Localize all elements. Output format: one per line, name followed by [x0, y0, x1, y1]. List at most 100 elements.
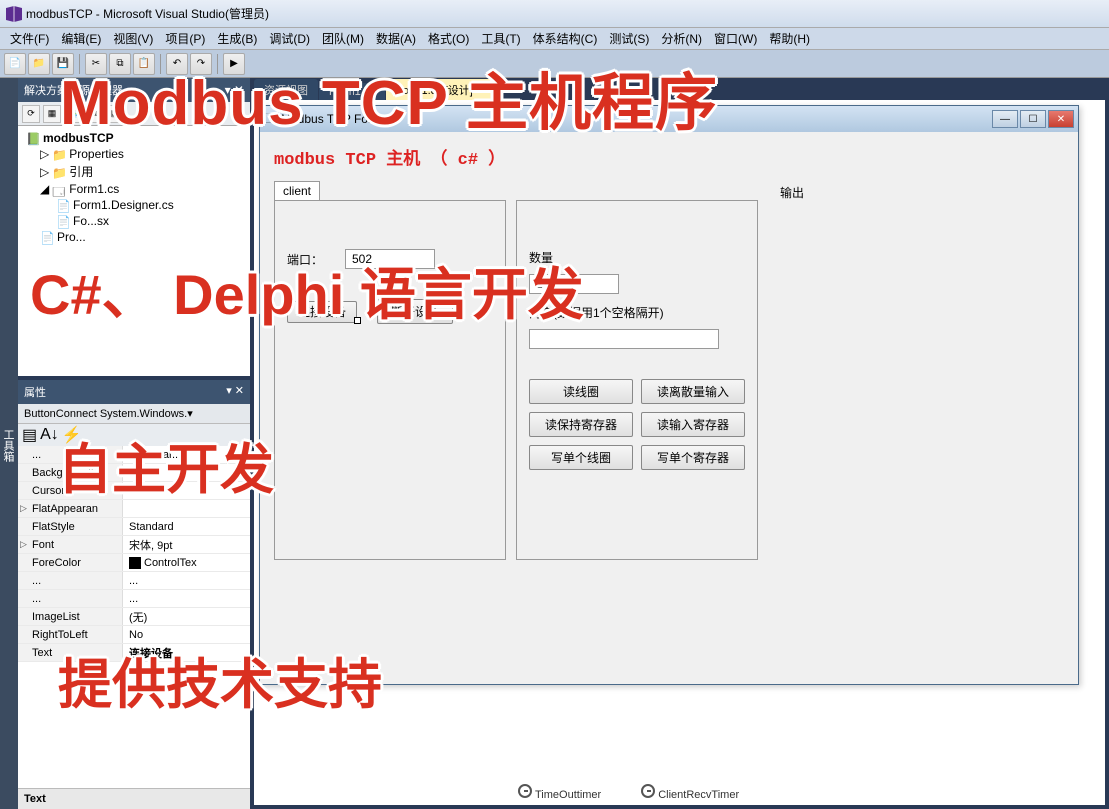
connection-panel: 端口： 连接设备 断开设备 — [274, 200, 506, 560]
prop-row[interactable]: FlatStyleStandard — [18, 518, 250, 536]
view-designer-icon[interactable]: ▤ — [106, 105, 124, 123]
resx-file-node[interactable]: 📄Fo...sx — [22, 213, 246, 229]
categorized-icon[interactable]: ▤ — [22, 425, 37, 445]
read-discrete-button[interactable]: 读离散量输入 — [641, 379, 745, 404]
editor-area: 资源视图 Form1.cs Form1.cs [设计]✕ 🗔 Modbus TC… — [250, 78, 1109, 809]
read-coil-button[interactable]: 读线圈 — [529, 379, 633, 404]
content-input[interactable] — [529, 329, 719, 349]
copy-button[interactable]: ⧉ — [109, 53, 131, 75]
program-node[interactable]: 📄Pro... — [22, 229, 246, 245]
refresh-icon[interactable]: ⟳ — [22, 105, 40, 123]
port-input[interactable] — [345, 249, 435, 269]
window-title: modbusTCP - Microsoft Visual Studio(管理员) — [26, 5, 269, 22]
designer-surface[interactable]: 🗔 Modbus TCP Form — ☐ ✕ modbus TCP 主机 （ … — [254, 100, 1105, 805]
prop-row[interactable]: ▷FlatAppearan — [18, 500, 250, 518]
alpha-icon[interactable]: A↓ — [40, 426, 59, 444]
project-node[interactable]: 📗 modbusTCP — [22, 130, 246, 146]
undo-button[interactable]: ↶ — [166, 53, 188, 75]
output-label: 输出 — [780, 184, 804, 201]
port-label: 端口： — [287, 251, 337, 268]
file-icon: 📄 — [56, 215, 70, 227]
component-tray: TimeOuttimer ClientRecvTimer — [518, 784, 739, 801]
menu-project[interactable]: 项目(P) — [159, 28, 211, 49]
qty-label: 数量 — [529, 249, 579, 266]
window-titlebar: modbusTCP - Microsoft Visual Studio(管理员) — [0, 0, 1109, 28]
form-icon: 🗔 — [264, 109, 277, 130]
run-button[interactable]: ▶ — [223, 53, 245, 75]
connect-button[interactable]: 连接设备 — [287, 301, 357, 323]
close-icon[interactable]: ▾ ✕ — [226, 384, 244, 400]
properties-grid: ...Transpar... BackgroundIiTile CursorDe… — [18, 446, 250, 788]
solution-toolbar: ⟳ ▦ 📑 ⧉ ▤ — [18, 102, 250, 126]
write-coil-button[interactable]: 写单个线圈 — [529, 445, 633, 470]
read-input-button[interactable]: 读输入寄存器 — [641, 412, 745, 437]
recv-timer[interactable]: ClientRecvTimer — [641, 784, 739, 801]
menu-build[interactable]: 生成(B) — [211, 28, 263, 49]
menu-view[interactable]: 视图(V) — [107, 28, 159, 49]
menu-edit[interactable]: 编辑(E) — [55, 28, 107, 49]
show-all-icon[interactable]: ▦ — [43, 105, 61, 123]
menu-format[interactable]: 格式(O) — [422, 28, 475, 49]
events-icon[interactable]: ⚡ — [62, 425, 82, 445]
menu-tools[interactable]: 工具(T) — [475, 28, 526, 49]
close-button[interactable]: ✕ — [1048, 110, 1074, 128]
prop-row[interactable]: ▷Font宋体, 9pt — [18, 536, 250, 554]
csharp-icon: 📄 — [56, 199, 70, 211]
cut-button[interactable]: ✂ — [85, 53, 107, 75]
properties-node[interactable]: ▷📁Properties — [22, 146, 246, 162]
toolbox-tab[interactable]: 工具箱 — [0, 78, 18, 809]
maximize-button[interactable]: ☐ — [1020, 110, 1046, 128]
prop-row[interactable]: RightToLeftNo — [18, 626, 250, 644]
disconnect-button[interactable]: 断开设备 — [377, 299, 453, 324]
operation-panel: 数量 内容(数据用1个空格隔开) 读线圈 读离散量输入 读保持寄存器 读输入寄存… — [516, 200, 758, 560]
tab-form1-cs[interactable]: Form1.cs — [319, 83, 385, 100]
new-button[interactable]: 📄 — [4, 53, 26, 75]
folder-icon: 📁 — [52, 148, 66, 160]
menu-test[interactable]: 测试(S) — [603, 28, 655, 49]
prop-row[interactable]: CursorDefault — [18, 482, 250, 500]
form-node[interactable]: ◢🗔Form1.cs — [22, 181, 246, 197]
qty-input[interactable] — [529, 274, 619, 294]
properties-header[interactable]: ButtonConnect System.Windows.▾ — [18, 404, 250, 424]
tab-close-icon[interactable]: ✕ — [477, 85, 485, 96]
tab-form1-design[interactable]: Form1.cs [设计]✕ — [386, 79, 495, 100]
tab-resource-view[interactable]: 资源视图 — [254, 79, 318, 100]
properties-icon[interactable]: 📑 — [64, 105, 82, 123]
csharp-icon: 📄 — [40, 231, 54, 243]
properties-pane-title: 属性 ▾ ✕ — [18, 380, 250, 404]
menu-file[interactable]: 文件(F) — [4, 28, 55, 49]
close-icon[interactable]: ▾ ✕ — [225, 83, 244, 97]
menu-window[interactable]: 窗口(W) — [708, 28, 763, 49]
prop-row[interactable]: ForeColorControlTex — [18, 554, 250, 572]
save-button[interactable]: 💾 — [52, 53, 74, 75]
open-button[interactable]: 📁 — [28, 53, 50, 75]
designed-form[interactable]: 🗔 Modbus TCP Form — ☐ ✕ modbus TCP 主机 （ … — [259, 105, 1079, 685]
timeout-timer[interactable]: TimeOuttimer — [518, 784, 601, 801]
client-tab[interactable]: client — [274, 181, 320, 201]
view-code-icon[interactable]: ⧉ — [85, 105, 103, 123]
project-icon: 📗 — [26, 132, 40, 144]
references-node[interactable]: ▷📁引用 — [22, 162, 246, 181]
prop-row[interactable]: ImageList(无) — [18, 608, 250, 626]
menu-help[interactable]: 帮助(H) — [763, 28, 816, 49]
solution-explorer-title: 解决方案资源管理器 ▾ ✕ — [18, 78, 250, 102]
paste-button[interactable]: 📋 — [133, 53, 155, 75]
minimize-button[interactable]: — — [992, 110, 1018, 128]
menu-debug[interactable]: 调试(D) — [263, 28, 316, 49]
menu-data[interactable]: 数据(A) — [370, 28, 422, 49]
read-holding-button[interactable]: 读保持寄存器 — [529, 412, 633, 437]
editor-tabs: 资源视图 Form1.cs Form1.cs [设计]✕ — [250, 78, 1109, 100]
prop-row[interactable]: ...Transpar... — [18, 446, 250, 464]
prop-row[interactable]: Text连接设备 — [18, 644, 250, 662]
menu-team[interactable]: 团队(M) — [316, 28, 370, 49]
prop-row[interactable]: ...... — [18, 572, 250, 590]
menu-arch[interactable]: 体系结构(C) — [527, 28, 604, 49]
prop-row[interactable]: BackgroundIiTile — [18, 464, 250, 482]
prop-row[interactable]: ...... — [18, 590, 250, 608]
redo-button[interactable]: ↷ — [190, 53, 212, 75]
designer-file-node[interactable]: 📄Form1.Designer.cs — [22, 197, 246, 213]
content-label: 内容(数据用1个空格隔开) — [529, 304, 664, 321]
menu-analyze[interactable]: 分析(N) — [655, 28, 708, 49]
form-heading: modbus TCP 主机 （ c# ） — [274, 144, 1064, 170]
write-register-button[interactable]: 写单个寄存器 — [641, 445, 745, 470]
